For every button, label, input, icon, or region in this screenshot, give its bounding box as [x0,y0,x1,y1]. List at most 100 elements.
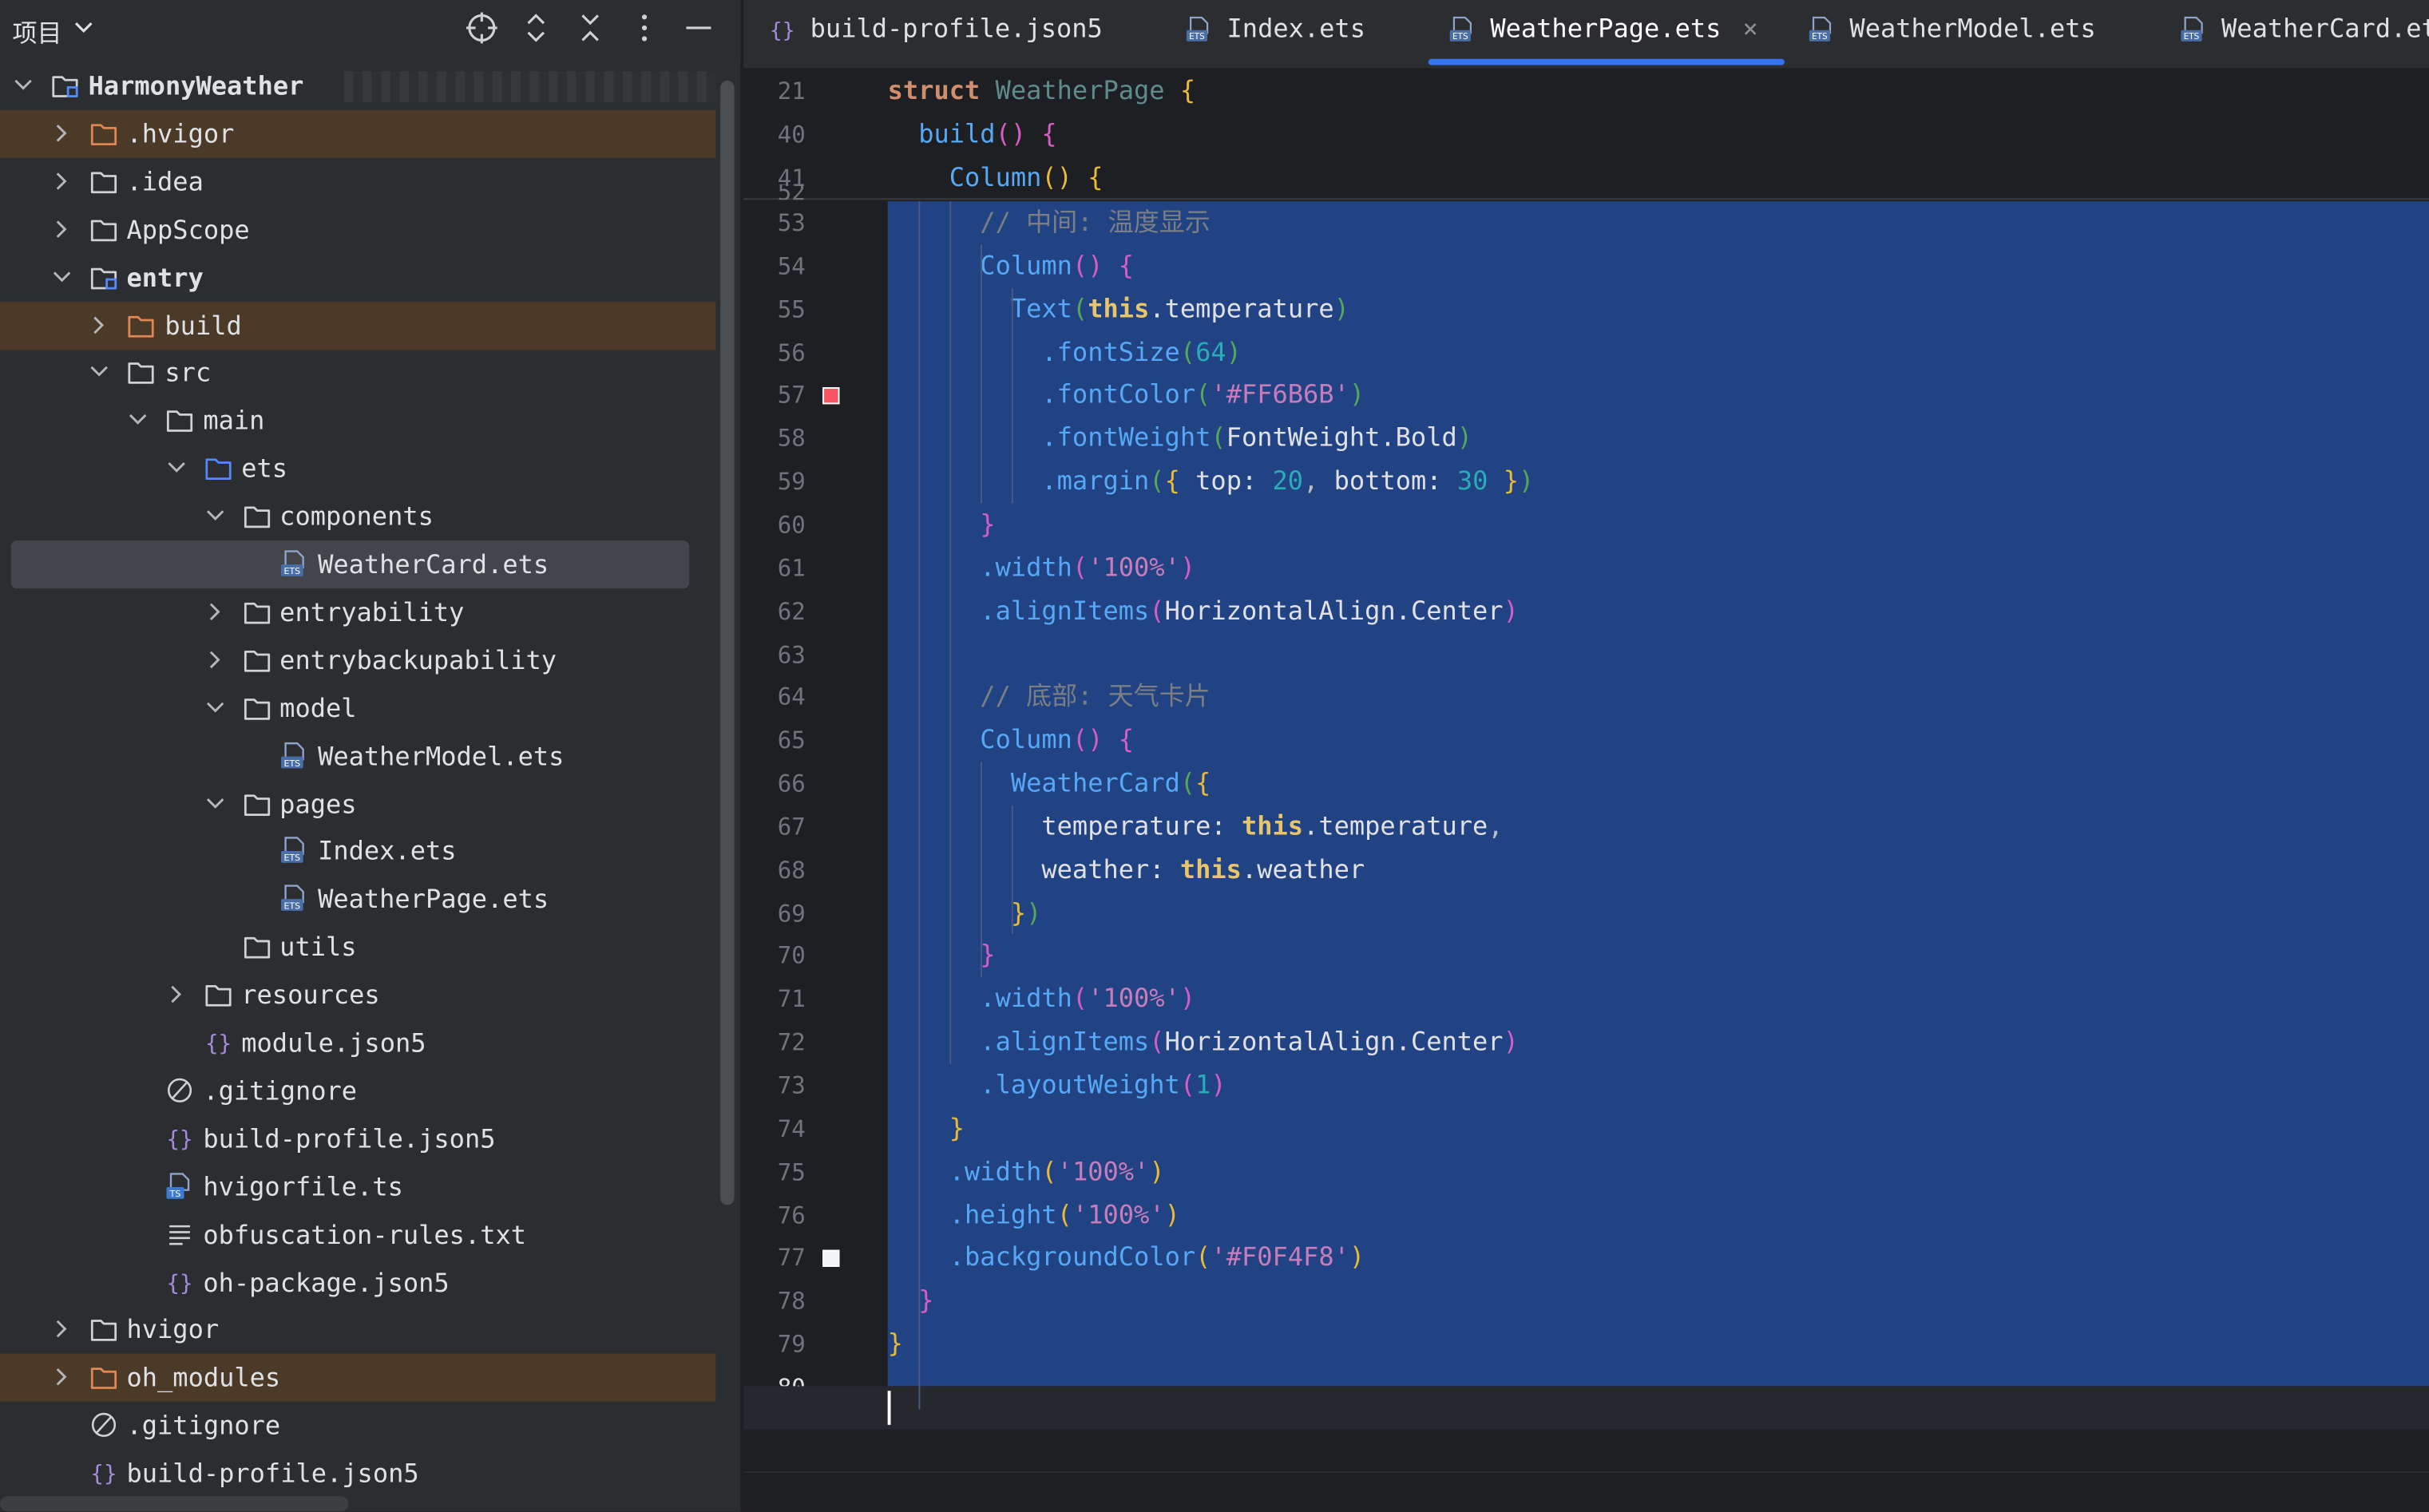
tree-item-label: WeatherCard.ets [318,549,549,580]
tree-item[interactable]: components [0,493,715,540]
code-line[interactable]: .backgroundColor('#F0F4F8') [888,1237,1365,1280]
code-line[interactable]: .width('100%') [888,1150,1165,1193]
ets-file-icon: ETS [281,742,305,768]
tree-item-label: oh_modules [126,1363,281,1393]
tree-item[interactable]: hvigor [0,1306,715,1354]
code-line[interactable]: .width('100%') [888,546,1195,589]
chevron-right-icon[interactable] [50,218,72,239]
collapse-all-icon[interactable] [572,10,609,47]
chevron-right-icon[interactable] [50,1367,72,1388]
tree-item-label: Index.ets [318,837,457,867]
tree-item[interactable]: entry [0,253,715,301]
tree-item[interactable]: main [0,397,715,445]
chevron-down-icon[interactable] [204,505,225,527]
code-line[interactable]: Text(this.temperature) [888,287,1349,331]
tree-item[interactable]: resources [0,972,715,1019]
sticky-code-line[interactable]: struct WeatherPage { [888,69,1195,113]
code-line[interactable]: } [888,503,995,546]
code-line[interactable]: Column() { [888,244,1134,287]
code-line[interactable]: } [888,1323,903,1366]
code-line[interactable]: .fontSize(64) [888,331,1242,374]
code-line[interactable]: Column() { [888,719,1134,762]
tree-item[interactable]: .hvigor [0,109,716,158]
line-number: 66 [777,770,806,798]
tree-item[interactable]: TS hvigorfile.ts [0,1162,715,1210]
chevron-down-icon[interactable] [165,457,187,479]
tree-item[interactable]: ETS WeatherModel.ets [0,732,715,780]
tree-item[interactable]: utils [0,924,715,972]
tree-item[interactable]: entrybackupability [0,636,715,684]
horizontal-scrollbar[interactable] [0,1496,349,1512]
code-line[interactable]: weather: this.weather [888,849,1365,892]
tree-item[interactable]: AppScope [0,205,715,253]
tree-item[interactable]: entryability [0,588,715,636]
folder-icon [129,362,155,385]
tree-item[interactable]: src [0,349,715,397]
tree-item-label: obfuscation-rules.txt [203,1219,527,1249]
chevron-down-icon[interactable] [89,362,110,383]
close-tab-icon[interactable]: × [1743,0,1758,57]
tree-item[interactable]: model [0,684,715,732]
expand-all-icon[interactable] [517,10,555,47]
code-line[interactable]: // 底部: 天气卡片 [888,676,1210,719]
chevron-down-icon[interactable] [204,696,225,718]
tree-item[interactable]: {} build-profile.json5 [0,1450,715,1498]
json-file-icon: {} [770,18,795,42]
current-line-highlight [743,1386,2429,1430]
sticky-code-line[interactable]: build() { [888,113,1056,156]
color-swatch-icon[interactable] [822,387,840,406]
vertical-scrollbar[interactable] [720,80,735,1205]
code-line[interactable]: }) [888,892,1042,935]
more-options-icon[interactable] [626,10,664,47]
chevron-right-icon[interactable] [89,314,110,335]
tree-item[interactable]: ets [0,445,715,493]
code-line[interactable]: } [888,1107,965,1150]
tree-item[interactable]: ETS WeatherCard.ets [10,540,690,589]
tree-item[interactable]: ETS WeatherPage.ets [0,876,715,924]
code-line[interactable]: // 中间: 温度显示 [888,201,1210,244]
code-line[interactable]: } [888,935,995,978]
chevron-down-icon[interactable] [127,410,149,431]
sticky-code-line[interactable]: Column() { [888,156,1104,199]
code-line[interactable]: .width('100%') [888,978,1195,1021]
locate-file-icon[interactable] [463,10,501,47]
code-line[interactable]: .height('100%') [888,1193,1180,1237]
sticky-scroll-header[interactable]: 21 struct WeatherPage {40 build() {41 Col… [743,69,2429,200]
code-line[interactable]: .fontWeight(FontWeight.Bold) [888,417,1472,460]
project-panel-title[interactable]: 项目 [13,13,62,50]
chevron-down-icon[interactable] [204,792,225,813]
tree-item[interactable]: .gitignore [0,1402,715,1450]
code-line[interactable]: .alignItems(HorizontalAlign.Center) [888,1021,1519,1064]
tree-item[interactable]: oh_modules [0,1354,716,1403]
code-editor[interactable]: 52 53 54 55 56 57 58 59 60 61 62 63 64 65 66 67 68 69 70 71… [743,69,2429,1512]
code-line[interactable]: .alignItems(HorizontalAlign.Center) [888,589,1519,632]
chevron-down-icon[interactable] [50,266,72,287]
tree-item[interactable]: .idea [0,157,715,205]
color-swatch-icon[interactable] [822,1250,840,1268]
code-line[interactable]: .fontColor('#FF6B6B') [888,374,1365,417]
chevron-right-icon[interactable] [204,648,225,670]
chevron-down-icon[interactable] [13,74,34,96]
tree-item[interactable]: {} module.json5 [0,1019,715,1067]
tree-item[interactable]: build [0,301,716,350]
chevron-down-icon[interactable] [68,11,105,49]
code-line[interactable]: .margin({ top: 20, bottom: 30 }) [888,460,1534,503]
hide-panel-icon[interactable] [680,10,718,47]
tree-item[interactable]: .gitignore [0,1067,715,1114]
editor-tab-bar: {} build-profile.json5 ETS Index.ets ETS Weat… [743,0,2429,70]
chevron-right-icon[interactable] [165,984,187,1005]
chevron-right-icon[interactable] [50,122,72,144]
line-number: 69 [777,899,806,928]
code-line[interactable]: .layoutWeight(1) [888,1064,1226,1107]
tree-item[interactable]: pages [0,780,715,828]
tree-item[interactable]: {} oh-package.json5 [0,1258,715,1306]
code-line[interactable]: } [888,1280,933,1323]
chevron-right-icon[interactable] [50,1319,72,1340]
code-line[interactable]: WeatherCard({ [888,762,1211,805]
tree-item[interactable]: ETS Index.ets [0,828,715,876]
chevron-right-icon[interactable] [50,170,72,192]
chevron-right-icon[interactable] [204,601,225,623]
tree-item[interactable]: {} build-profile.json5 [0,1114,715,1162]
ets-file-icon: ETS [1449,16,1472,42]
tree-item[interactable]: obfuscation-rules.txt [0,1210,715,1258]
